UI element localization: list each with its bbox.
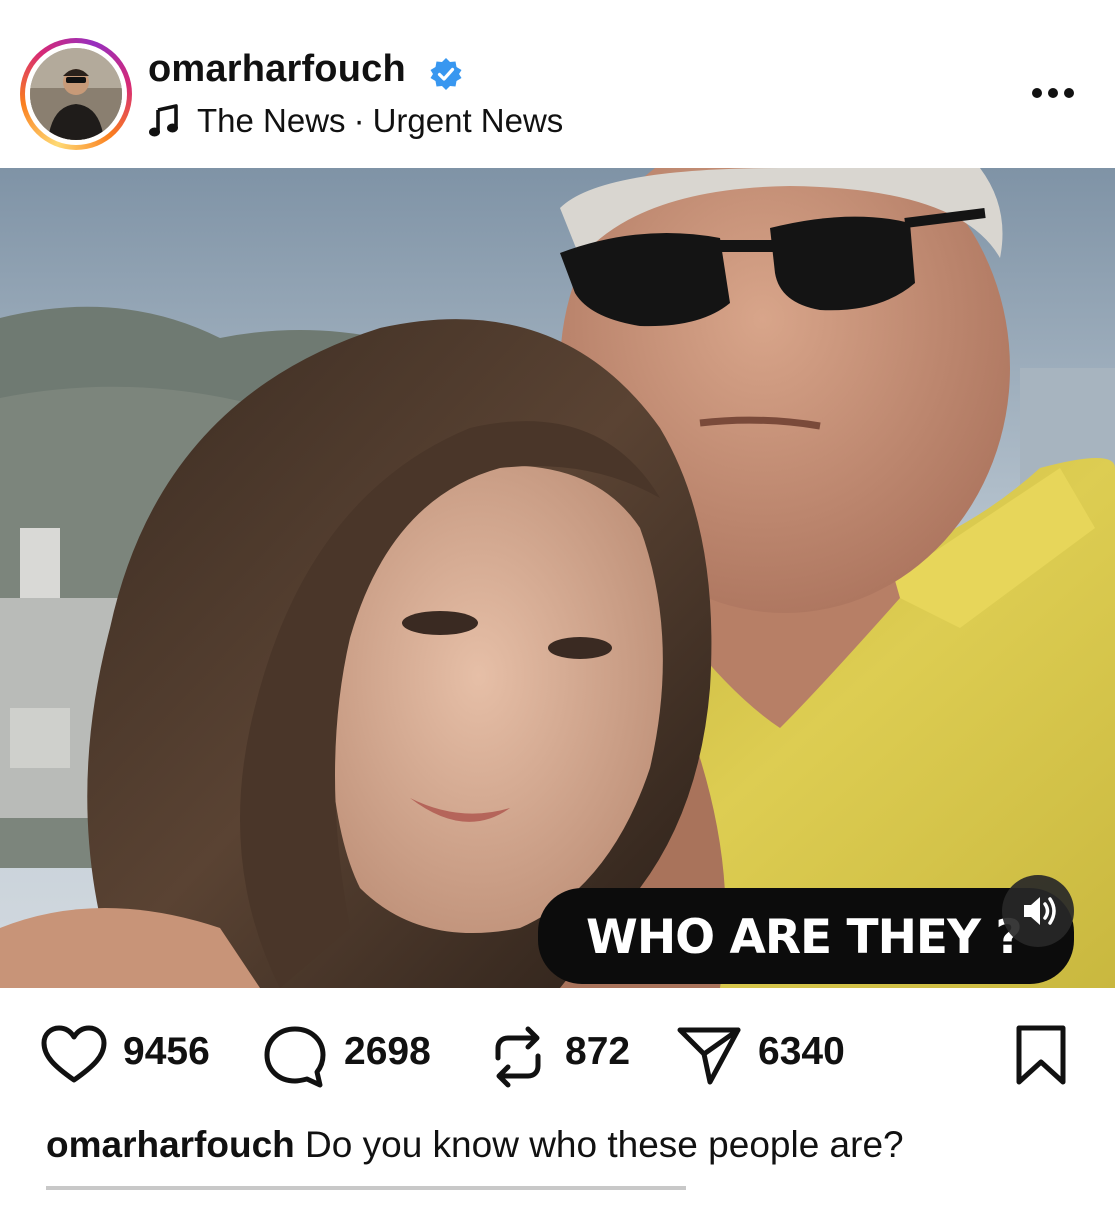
audio-artist: The News <box>197 102 346 139</box>
post-header: omarharfouch The News · Urgent News <box>0 0 1115 168</box>
username[interactable]: omarharfouch <box>148 48 406 91</box>
audio-title: Urgent News <box>372 102 564 139</box>
truncated-row <box>46 1186 746 1216</box>
audio-separator: · <box>353 102 365 139</box>
media-caption-text: WHO ARE THEY ? <box>586 910 1023 965</box>
avatar-photo <box>30 48 122 140</box>
verified-badge-icon <box>430 58 462 90</box>
media-image <box>0 168 1115 988</box>
story-ring[interactable] <box>20 38 132 150</box>
more-options-icon[interactable] <box>1030 86 1076 100</box>
caption-username[interactable]: omarharfouch <box>46 1124 295 1165</box>
shares-count[interactable]: 6340 <box>758 1030 845 1074</box>
bookmark-icon[interactable] <box>1014 1024 1068 1086</box>
speaker-icon <box>1024 897 1056 925</box>
post-media[interactable]: WHO ARE THEY ? <box>0 168 1115 988</box>
likes-count[interactable]: 9456 <box>123 1030 210 1074</box>
audio-attribution[interactable]: The News · Urgent News <box>197 102 563 140</box>
post-caption: omarharfouch Do you know who these peopl… <box>46 1124 904 1166</box>
avatar[interactable] <box>30 48 122 140</box>
caption-text: Do you know who these people are? <box>294 1124 904 1165</box>
reposts-count[interactable]: 872 <box>565 1030 630 1074</box>
comments-count[interactable]: 2698 <box>344 1030 431 1074</box>
share-icon[interactable] <box>676 1024 742 1086</box>
heart-icon[interactable] <box>40 1024 108 1086</box>
post-action-bar: 9456 2698 872 6340 <box>0 1010 1115 1110</box>
comment-icon[interactable] <box>262 1024 328 1090</box>
music-note-icon <box>149 104 178 137</box>
sound-toggle-button[interactable] <box>1002 875 1074 947</box>
media-caption-overlay: WHO ARE THEY ? <box>538 888 1074 984</box>
repost-icon[interactable] <box>488 1024 548 1090</box>
